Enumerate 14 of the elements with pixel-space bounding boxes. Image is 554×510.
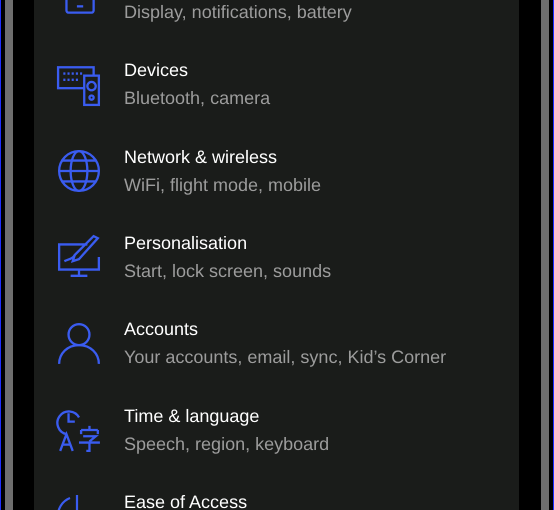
item-title[interactable]: Time & language	[124, 402, 330, 430]
item-title[interactable]: Devices	[124, 56, 270, 84]
item-subtitle: Bluetooth, camera	[124, 87, 270, 110]
item-title[interactable]: Accounts	[124, 315, 446, 344]
item-subtitle: Display, notifications, battery	[124, 1, 352, 24]
item-title[interactable]: Ease of Access	[124, 488, 248, 510]
item-title[interactable]: Network & wireless	[124, 142, 322, 171]
person-icon	[56, 320, 102, 366]
globe-icon	[56, 148, 102, 194]
item-subtitle: Speech, region, keyboard	[124, 432, 330, 456]
item-subtitle: Your accounts, email, sync, Kid’s Corner	[124, 346, 446, 370]
item-title[interactable]: Personalisation	[124, 229, 332, 258]
item-subtitle: WiFi, flight mode, mobile	[124, 174, 322, 197]
item-subtitle: Start, lock screen, sounds	[124, 260, 332, 284]
